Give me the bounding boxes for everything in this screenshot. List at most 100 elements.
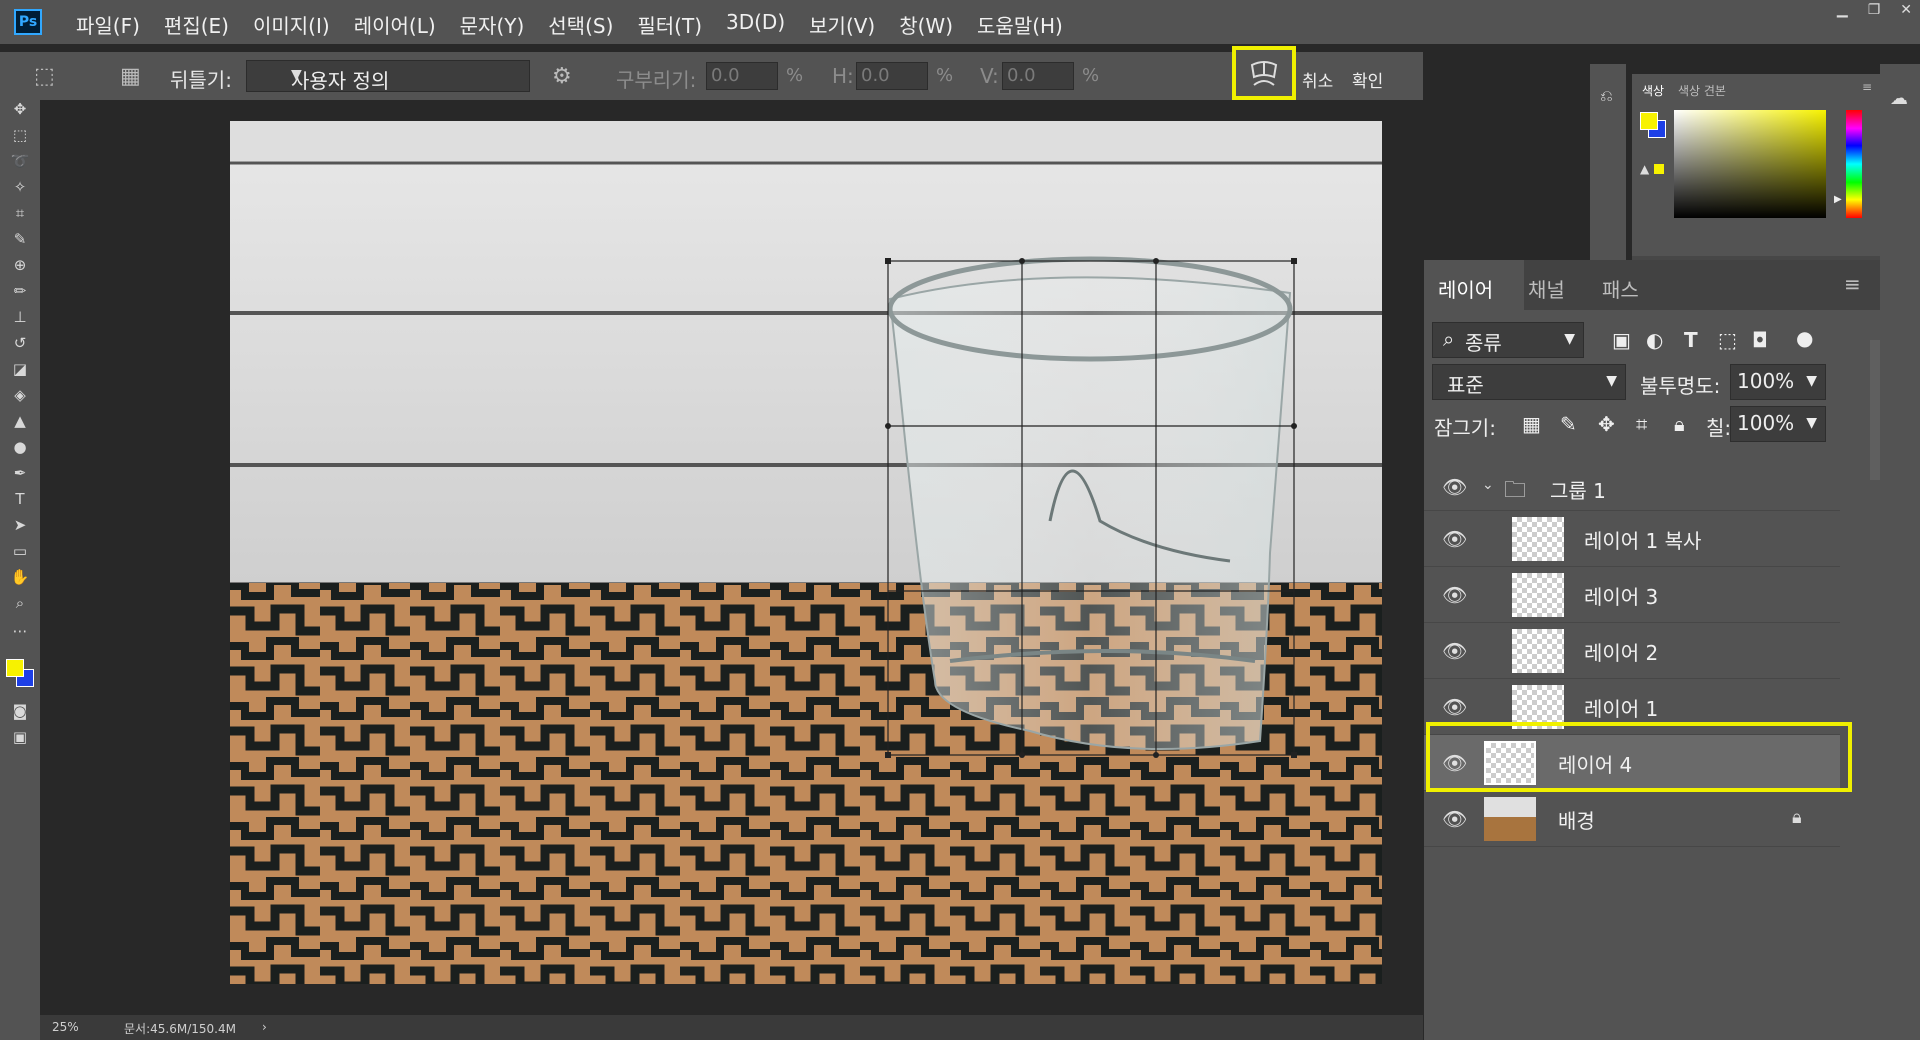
- commit-transform-button[interactable]: 확인: [1352, 67, 1383, 92]
- group-name[interactable]: 그룹 1: [1550, 475, 1606, 504]
- paint-bucket-tool-icon[interactable]: ◈: [8, 384, 32, 406]
- layer-name[interactable]: 레이어 2: [1584, 637, 1658, 666]
- cancel-transform-button[interactable]: 취소: [1302, 67, 1333, 92]
- layer-filter-select[interactable]: ⌕ 종류 ▼: [1432, 322, 1584, 358]
- visibility-eye-icon[interactable]: 👁︎: [1442, 527, 1467, 551]
- warp-style-select[interactable]: 사용자 정의 ▼: [246, 60, 530, 93]
- layer-name[interactable]: 배경: [1558, 805, 1595, 834]
- layer-name[interactable]: 레이어 3: [1584, 581, 1658, 610]
- transform-tool-icon[interactable]: ⬚: [34, 64, 55, 89]
- brush-tool-icon[interactable]: ✏: [8, 280, 32, 302]
- magic-wand-tool-icon[interactable]: ✧: [8, 176, 32, 198]
- filter-type-icon[interactable]: T: [1684, 328, 1698, 352]
- visibility-eye-icon[interactable]: 👁︎: [1442, 695, 1467, 719]
- layers-scrollbar[interactable]: [1870, 340, 1880, 480]
- marquee-tool-icon[interactable]: ⬚: [8, 124, 32, 146]
- lock-transparent-pixels-icon[interactable]: ▦: [1522, 412, 1541, 436]
- history-panel-icon[interactable]: ⎌: [1600, 86, 1613, 106]
- fill-input[interactable]: 100% ▼: [1730, 406, 1826, 442]
- visibility-eye-icon[interactable]: 👁︎: [1442, 807, 1467, 831]
- crop-tool-icon[interactable]: ⌗: [8, 202, 32, 224]
- filter-pixel-icon[interactable]: ▣: [1612, 328, 1631, 352]
- reference-point-icon[interactable]: ▦: [120, 64, 141, 89]
- panel-menu-icon[interactable]: ≡: [1862, 80, 1872, 94]
- healing-brush-tool-icon[interactable]: ⊕: [8, 254, 32, 276]
- zoom-tool-icon[interactable]: ⌕: [8, 592, 32, 614]
- warp-orientation-icon[interactable]: ⚙: [552, 64, 572, 89]
- minimize-icon[interactable]: ▁: [1837, 2, 1848, 18]
- blend-mode-select[interactable]: 표준 ▼: [1432, 364, 1626, 400]
- eyedropper-tool-icon[interactable]: ✎: [8, 228, 32, 250]
- menu-edit[interactable]: 편집(E): [164, 10, 229, 39]
- menu-file[interactable]: 파일(F): [76, 10, 140, 39]
- lock-image-pixels-icon[interactable]: ✎: [1560, 412, 1577, 436]
- restore-icon[interactable]: ❐: [1868, 2, 1881, 18]
- hue-slider[interactable]: [1846, 110, 1862, 218]
- lasso-tool-icon[interactable]: ➰: [8, 150, 32, 172]
- visibility-eye-icon[interactable]: 👁︎: [1442, 475, 1467, 499]
- opacity-input[interactable]: 100% ▼: [1730, 364, 1826, 400]
- libraries-icon[interactable]: ☁: [1890, 88, 1908, 109]
- menu-3d[interactable]: 3D(D): [726, 10, 785, 39]
- eraser-tool-icon[interactable]: ◪: [8, 358, 32, 380]
- tab-layers[interactable]: 레이어: [1438, 274, 1493, 303]
- type-tool-icon[interactable]: T: [8, 488, 32, 510]
- clone-stamp-tool-icon[interactable]: ⊥: [8, 306, 32, 328]
- lock-all-icon[interactable]: 🔒︎: [1674, 412, 1685, 436]
- menu-layer[interactable]: 레이어(L): [354, 10, 436, 39]
- layer-name[interactable]: 레이어 1 복사: [1584, 525, 1701, 554]
- history-brush-tool-icon[interactable]: ↺: [8, 332, 32, 354]
- menu-window[interactable]: 창(W): [899, 10, 953, 39]
- color-panel-foreground-swatch[interactable]: [1640, 112, 1658, 130]
- more-tools-icon[interactable]: ⋯: [8, 620, 32, 642]
- lock-artboard-icon[interactable]: ⌗: [1636, 412, 1647, 436]
- color-swatches[interactable]: [6, 659, 36, 689]
- menu-type[interactable]: 문자(Y): [460, 10, 525, 39]
- blur-tool-icon[interactable]: ▲: [8, 410, 32, 432]
- layers-panel-menu-icon[interactable]: ≡: [1844, 272, 1861, 296]
- menu-view[interactable]: 보기(V): [809, 10, 875, 39]
- menu-select[interactable]: 선택(S): [548, 10, 613, 39]
- tab-swatches[interactable]: 색상 견본: [1678, 82, 1726, 99]
- gamut-color-chip[interactable]: [1654, 164, 1664, 174]
- v-distortion-input[interactable]: 0.0: [1002, 62, 1074, 90]
- menu-image[interactable]: 이미지(I): [253, 10, 330, 39]
- tab-channels[interactable]: 채널: [1528, 274, 1565, 303]
- layer-row[interactable]: 👁︎ 레이어 1 복사: [1424, 511, 1840, 567]
- document-canvas[interactable]: [230, 121, 1382, 984]
- tab-color[interactable]: 색상: [1642, 82, 1664, 99]
- chevron-down-icon[interactable]: ▼: [1806, 415, 1817, 431]
- layer-name[interactable]: 레이어 1: [1584, 693, 1658, 722]
- path-selection-tool-icon[interactable]: ➤: [8, 514, 32, 536]
- zoom-level[interactable]: 25%: [52, 1020, 79, 1034]
- tab-paths[interactable]: 패스: [1602, 274, 1639, 303]
- gamut-warning-icon[interactable]: ▲: [1640, 162, 1649, 176]
- quick-mask-icon[interactable]: ◙: [8, 700, 32, 722]
- layer-row[interactable]: 👁︎ 레이어 2: [1424, 623, 1840, 679]
- chevron-down-icon[interactable]: ▼: [1806, 373, 1817, 389]
- lock-position-icon[interactable]: ✥: [1598, 412, 1615, 436]
- group-expand-chevron-icon[interactable]: ⌄: [1482, 477, 1494, 493]
- layer-row-background[interactable]: 👁︎ 배경 🔒︎: [1424, 791, 1840, 847]
- filter-smart-object-icon[interactable]: ◘: [1752, 328, 1768, 352]
- filter-shape-icon[interactable]: ⬚: [1718, 328, 1737, 352]
- visibility-eye-icon[interactable]: 👁︎: [1442, 583, 1467, 607]
- status-menu-arrow-icon[interactable]: ›: [262, 1020, 267, 1034]
- hand-tool-icon[interactable]: ✋: [8, 566, 32, 588]
- filter-toggle-icon[interactable]: ●: [1796, 326, 1813, 350]
- layer-group-row[interactable]: 👁︎ ⌄ 🗀︎ 그룹 1: [1424, 465, 1840, 511]
- screen-mode-icon[interactable]: ▣: [8, 726, 32, 748]
- pen-tool-icon[interactable]: ✒: [8, 462, 32, 484]
- foreground-color-swatch[interactable]: [6, 659, 24, 677]
- color-field[interactable]: [1674, 110, 1826, 218]
- menu-filter[interactable]: 필터(T): [637, 10, 702, 39]
- rectangle-tool-icon[interactable]: ▭: [8, 540, 32, 562]
- menu-help[interactable]: 도움말(H): [977, 10, 1063, 39]
- bend-input[interactable]: 0.0: [706, 62, 778, 90]
- visibility-eye-icon[interactable]: 👁︎: [1442, 639, 1467, 663]
- dodge-tool-icon[interactable]: ●: [8, 436, 32, 458]
- h-distortion-input[interactable]: 0.0: [856, 62, 928, 90]
- move-tool-icon[interactable]: ✥: [8, 98, 32, 120]
- close-icon[interactable]: ✕: [1900, 2, 1912, 18]
- filter-adjustment-icon[interactable]: ◐: [1646, 328, 1663, 352]
